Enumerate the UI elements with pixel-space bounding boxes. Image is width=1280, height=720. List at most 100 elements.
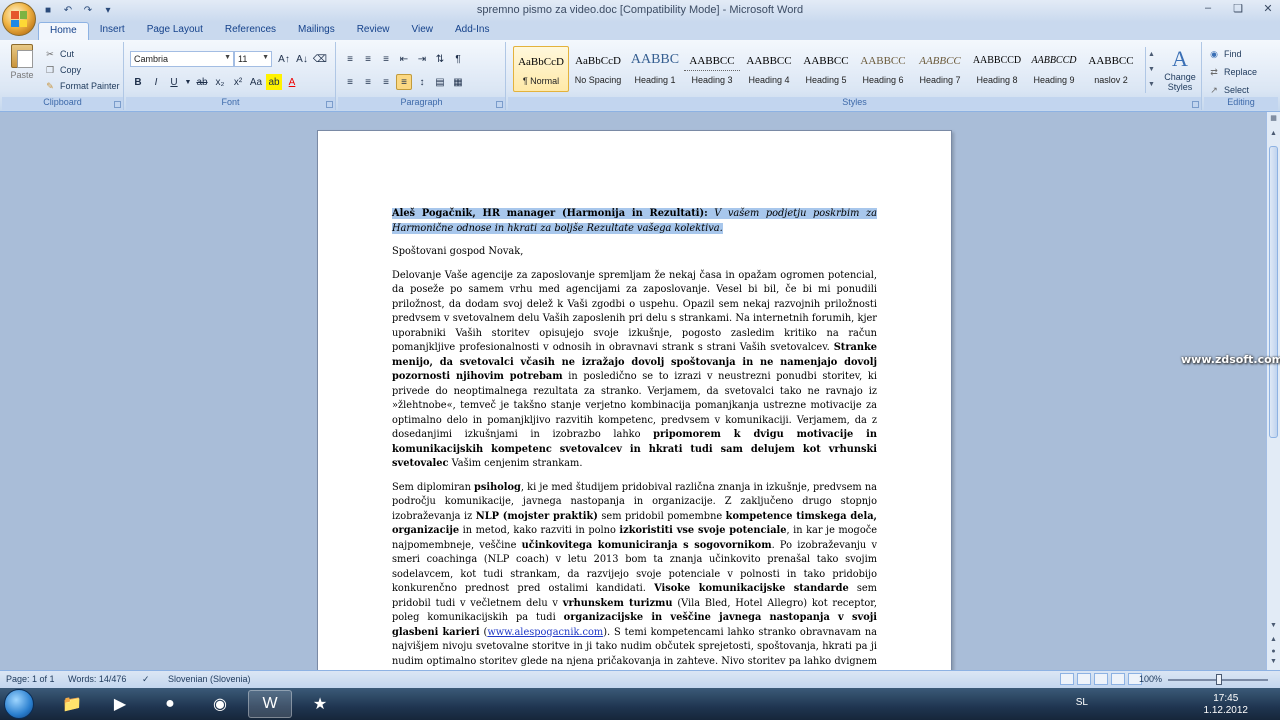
change-case-icon[interactable]: Aa [248,74,264,90]
print-layout-icon[interactable] [1060,673,1074,685]
paragraph-launcher-icon[interactable] [496,101,503,108]
outline-icon[interactable] [1111,673,1125,685]
align-center-icon[interactable]: ≡ [360,74,376,90]
style-heading-3[interactable]: AABBCC Heading 3 [684,46,740,92]
font-color-icon[interactable]: A [284,74,300,90]
app-icon[interactable]: ★ [298,690,342,718]
show-formatting-icon[interactable]: ¶ [450,51,466,67]
style-heading-1[interactable]: AABBC Heading 1 [627,46,683,92]
language-bar[interactable]: SL [1076,697,1088,708]
word-icon[interactable]: W [248,690,292,718]
body-paragraph-2[interactable]: Sem diplomiran psiholog, ki je med študi… [392,481,877,671]
website-link[interactable]: www.alespogacnik.com [487,627,603,638]
bullets-icon[interactable]: ≡ [342,51,358,67]
firefox-icon[interactable]: ● [148,690,192,718]
underline-icon[interactable]: U [166,74,182,90]
align-left-icon[interactable]: ≡ [342,74,358,90]
justify-icon[interactable]: ≡ [396,74,412,90]
align-right-icon[interactable]: ≡ [378,74,394,90]
line-spacing-icon[interactable]: ↕ [414,74,430,90]
style-normal[interactable]: AaBbCcD ¶ Normal [513,46,569,92]
bold-icon[interactable]: B [130,74,146,90]
tab-page-layout[interactable]: Page Layout [136,22,214,40]
page-count[interactable]: Page: 1 of 1 [6,674,55,684]
increase-indent-icon[interactable]: ⇥ [414,51,430,67]
grow-font-icon[interactable]: A↑ [276,51,292,67]
proofing-icon[interactable]: ✓ [142,674,150,685]
font-name-combo[interactable]: Cambria ▼ [130,51,234,67]
restore-icon[interactable]: ❏ [1230,2,1246,15]
tab-review[interactable]: Review [346,22,401,40]
clear-formatting-icon[interactable]: ⌫ [312,51,328,67]
ruler-toggle-icon[interactable]: ▦ [1267,114,1280,126]
font-size-combo[interactable]: 11 ▼ [234,51,272,67]
cut-button[interactable]: ✂ Cut [44,46,120,62]
close-icon[interactable]: ✕ [1260,2,1276,15]
word-count[interactable]: Words: 14/476 [68,674,126,684]
superscript-icon[interactable]: x² [230,74,246,90]
scrollbar-thumb[interactable] [1269,146,1278,438]
clock[interactable]: 17:45 1.12.2012 [1204,693,1249,717]
style-naslov-2[interactable]: AABBCC naslov 2 [1083,46,1139,92]
style-heading-7[interactable]: AABBCC Heading 7 [912,46,968,92]
change-styles-button[interactable]: A Change Styles [1160,46,1200,92]
document-body[interactable]: Aleš Pogačnik, HR manager (Harmonija in … [392,207,877,670]
chevron-down-icon[interactable]: ▼ [1146,62,1157,77]
numbering-icon[interactable]: ≡ [360,51,376,67]
format-painter-button[interactable]: ✎ Format Painter [44,78,119,94]
select-button[interactable]: ↗ Select [1208,81,1257,99]
paste-button[interactable]: Paste [8,44,36,80]
full-screen-reading-icon[interactable] [1077,673,1091,685]
tab-add-ins[interactable]: Add-Ins [444,22,500,40]
style-heading-8[interactable]: AABBCCD Heading 8 [969,46,1025,92]
shrink-font-icon[interactable]: A↓ [294,51,310,67]
tab-references[interactable]: References [214,22,287,40]
replace-button[interactable]: ⇄ Replace [1208,63,1257,81]
body-paragraph-1[interactable]: Delovanje Vaše agencije za zaposlovanje … [392,269,877,472]
tab-insert[interactable]: Insert [89,22,136,40]
previous-page-icon[interactable]: ▲ [1267,636,1280,648]
style-heading-9[interactable]: AABBCCD Heading 9 [1026,46,1082,92]
tab-home[interactable]: Home [38,22,89,41]
italic-icon[interactable]: I [148,74,164,90]
copy-button[interactable]: ❐ Copy [44,62,120,78]
explorer-icon[interactable]: 📁 [50,690,94,718]
styles-gallery-scroll[interactable]: ▲ ▼ ▼ [1145,47,1157,93]
zoom-slider-knob[interactable] [1216,674,1222,685]
tab-view[interactable]: View [401,22,445,40]
borders-icon[interactable]: ▦ [450,74,466,90]
office-button[interactable] [2,2,36,36]
style-heading-5[interactable]: AABBCC Heading 5 [798,46,854,92]
sort-icon[interactable]: ⇅ [432,51,448,67]
multilevel-list-icon[interactable]: ≡ [378,51,394,67]
minimize-icon[interactable]: – [1200,2,1216,15]
web-layout-icon[interactable] [1094,673,1108,685]
style-heading-6[interactable]: AABBCC Heading 6 [855,46,911,92]
chevron-down-icon[interactable]: ▼ [184,74,192,90]
highlight-icon[interactable]: ab [266,74,282,90]
font-launcher-icon[interactable] [326,101,333,108]
more-icon[interactable]: ▼ [1146,77,1157,92]
clipboard-launcher-icon[interactable] [114,101,121,108]
heading-paragraph[interactable]: Aleš Pogačnik, HR manager (Harmonija in … [392,207,877,236]
zoom-level[interactable]: 100% [1139,674,1162,684]
chrome-icon[interactable]: ◉ [198,690,242,718]
find-button[interactable]: ◉ Find [1208,45,1257,63]
media-player-icon[interactable]: ▶ [98,690,142,718]
tab-mailings[interactable]: Mailings [287,22,346,40]
language-indicator[interactable]: Slovenian (Slovenia) [168,674,251,684]
start-button[interactable] [4,689,34,719]
greeting-paragraph[interactable]: Spoštovani gospod Novak, [392,245,877,260]
vertical-scrollbar[interactable]: ▦ ▲ ▼ ▲ ● ▼ [1266,112,1280,670]
chevron-up-icon[interactable]: ▲ [1146,47,1157,62]
shading-icon[interactable]: ▤ [432,74,448,90]
style-no-spacing[interactable]: AaBbCcD No Spacing [570,46,626,92]
style-heading-4[interactable]: AABBCC Heading 4 [741,46,797,92]
strikethrough-icon[interactable]: ab [194,74,210,90]
scroll-up-icon[interactable]: ▲ [1267,130,1280,142]
subscript-icon[interactable]: x₂ [212,74,228,90]
styles-launcher-icon[interactable] [1192,101,1199,108]
decrease-indent-icon[interactable]: ⇤ [396,51,412,67]
document-page[interactable]: Aleš Pogačnik, HR manager (Harmonija in … [317,130,952,670]
scroll-down-icon[interactable]: ▼ [1267,622,1280,634]
